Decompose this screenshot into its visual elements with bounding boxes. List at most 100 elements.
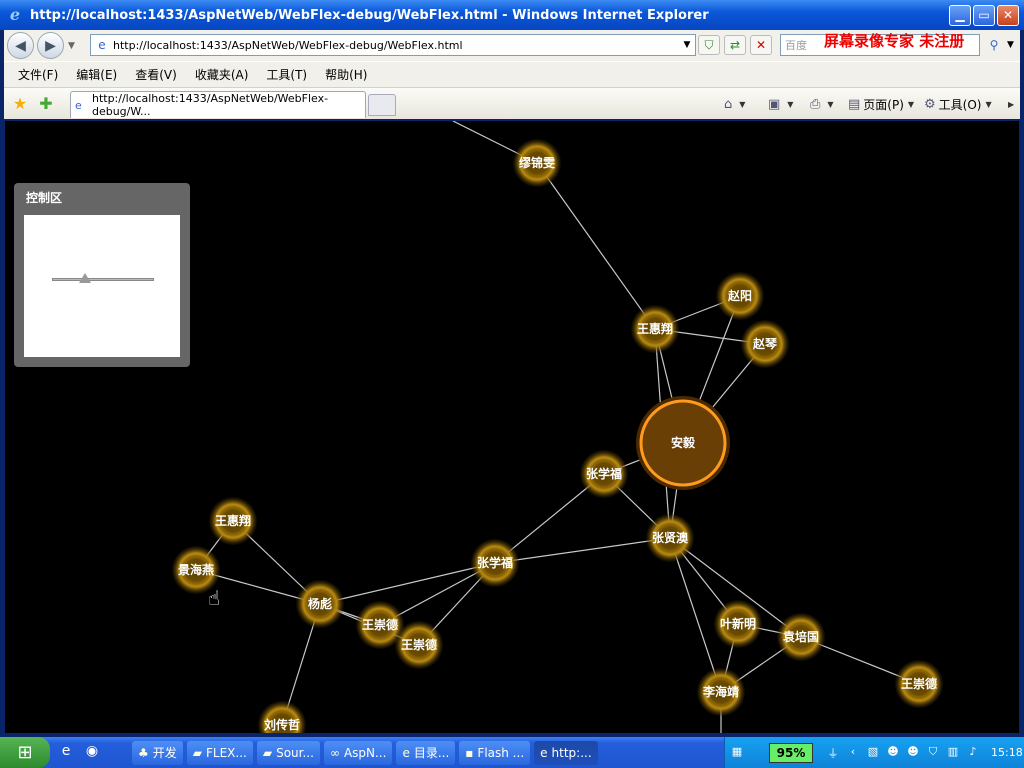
new-tab-button[interactable] [368, 94, 396, 116]
graph-node-label: 刘传哲 [264, 717, 300, 732]
graph-edge [536, 162, 656, 330]
qq-alert-icon[interactable]: ☻ [905, 745, 921, 761]
taskbar-item-dev[interactable]: ♣ 开发 [132, 740, 183, 765]
toolbar-overflow-icon[interactable]: ▶ [1008, 94, 1014, 114]
search-icon[interactable]: ⚲ [982, 35, 1006, 55]
menu-tools[interactable]: 工具(T) [266, 66, 307, 83]
graph-node[interactable]: 缪锦雯 [513, 139, 561, 187]
taskbar-item-http[interactable]: e http:... [534, 740, 598, 765]
home-icon: ⌂ [724, 96, 733, 112]
graph-node-label: 赵琴 [752, 336, 778, 351]
add-favorites-icon[interactable]: ✚ [36, 94, 56, 114]
page-menu-button[interactable]: ▤ 页面(P) ▼ [848, 94, 914, 114]
ie-icon: e [540, 745, 548, 760]
back-button[interactable]: ◀ [7, 32, 34, 59]
graph-node[interactable]: 王崇德 [395, 621, 443, 669]
graph-node[interactable]: 张学福 [580, 450, 628, 498]
menu-favorites[interactable]: 收藏夹(A) [195, 66, 249, 83]
history-dropdown-icon[interactable]: ▼ [68, 41, 75, 51]
maximize-button[interactable]: ▭ [973, 4, 995, 26]
graph-node-label: 袁培国 [782, 629, 819, 644]
title-bar: e http://localhost:1433/AspNetWeb/WebFle… [0, 0, 1024, 30]
print-button[interactable]: ⎙ ▼ [810, 94, 834, 114]
flex-content-area: 缪锦雯 赵阳 王惠翔 赵琴 安毅 张学福 张贤澳 张学福 王惠翔 景海燕 杨彪 王崇德 王崇德 叶新明 袁培… [5, 121, 1019, 733]
taskbar-item-flash[interactable]: ▪ Flash ... [459, 740, 531, 765]
page-menu-icon: ▤ [848, 96, 861, 112]
graph-node[interactable]: 赵琴 [741, 320, 789, 368]
graph-node-label: 张学福 [586, 466, 622, 481]
taskbar-item-label: 开发 [152, 746, 177, 760]
graph-node-center[interactable]: 安毅 [636, 396, 730, 490]
graph-node[interactable]: 王惠翔 [209, 497, 257, 545]
tray-expand-icon[interactable]: ‹ [845, 745, 861, 761]
graph-node[interactable]: 袁培国 [777, 613, 825, 661]
zoom-slider-track[interactable] [52, 278, 154, 281]
control-panel-body [24, 215, 180, 357]
graph-node[interactable]: 张贤澳 [646, 514, 694, 562]
menu-view[interactable]: 查看(V) [135, 66, 177, 83]
graph-node[interactable]: 王崇德 [895, 660, 943, 708]
home-button[interactable]: ⌂ ▼ [724, 94, 745, 114]
stop-button[interactable]: ✕ [750, 35, 772, 55]
volume-icon[interactable]: ♪ [965, 745, 981, 761]
graph-node[interactable]: 刘传哲 [258, 701, 306, 733]
close-button[interactable]: ✕ [997, 4, 1019, 26]
taskbar-item-aspnet[interactable]: ∞ AspN... [323, 740, 393, 765]
menu-bar: 文件(F) 编辑(E) 查看(V) 收藏夹(A) 工具(T) 帮助(H) [4, 61, 1020, 87]
feeds-button[interactable]: ▣ ▼ [768, 94, 793, 114]
address-url[interactable]: http://localhost:1433/AspNetWeb/WebFlex-… [113, 39, 679, 52]
menu-edit[interactable]: 编辑(E) [76, 66, 117, 83]
menu-file[interactable]: 文件(F) [18, 66, 58, 83]
power-plug-icon[interactable]: ⏚ [825, 745, 841, 761]
graph-node-label: 缪锦雯 [519, 155, 556, 170]
menu-help[interactable]: 帮助(H) [325, 66, 367, 83]
minimize-button[interactable]: ▁ [949, 4, 971, 26]
favorites-star-icon[interactable]: ★ [10, 94, 30, 114]
graph-edge [319, 562, 496, 605]
search-dropdown-icon[interactable]: ▼ [1007, 35, 1017, 55]
shield-icon[interactable]: ⛉ [925, 745, 941, 761]
taskbar-item-flex[interactable]: ▰ FLEX... [186, 740, 253, 765]
graph-node-label: 叶新明 [720, 616, 756, 631]
quicklaunch-ie-icon[interactable]: e [56, 743, 76, 763]
address-dropdown-icon[interactable]: ▼ [679, 40, 695, 50]
control-panel-title: 控制区 [26, 191, 63, 205]
graph-node[interactable]: 赵阳 [716, 272, 764, 320]
folder-icon: ▰ [192, 745, 203, 760]
taskbar: ⊞ e ◉ ♣ 开发 ▰ FLEX... ▰ Sour... ∞ AspN... e 目录… [0, 737, 1024, 768]
ie-icon: e [402, 745, 410, 760]
active-tab[interactable]: e http://localhost:1433/AspNetWeb/WebFle… [70, 91, 366, 118]
qq-icon[interactable]: ☻ [885, 745, 901, 761]
hand-cursor-icon: ☝ [208, 586, 221, 610]
network-icon[interactable]: ▧ [865, 745, 881, 761]
keyboard-icon[interactable]: ▦ [729, 745, 745, 761]
taskbar-item-directory[interactable]: e 目录... [396, 740, 456, 765]
tab-page-icon: e [75, 98, 82, 112]
taskbar-item-label: http:... [551, 745, 592, 760]
graph-node-label: 张贤澳 [652, 530, 689, 545]
forward-button[interactable]: ▶ [37, 32, 64, 59]
connection-icon[interactable]: ▥ [945, 745, 961, 761]
address-field[interactable]: e http://localhost:1433/AspNetWeb/WebFle… [90, 34, 696, 56]
zoom-slider-thumb[interactable] [79, 273, 91, 283]
graph-node[interactable]: 王惠翔 [631, 305, 679, 353]
graph-node-label: 杨彪 [308, 596, 332, 611]
gear-icon: ⚙ [924, 96, 936, 112]
tree-icon: ♣ [138, 745, 149, 760]
graph-edge [669, 537, 722, 693]
graph-node[interactable]: 李海靖 [697, 668, 745, 716]
graph-node[interactable]: 杨彪 [296, 580, 344, 628]
graph-node[interactable]: 叶新明 [714, 600, 762, 648]
battery-percent[interactable]: 95% [769, 742, 813, 763]
start-button[interactable]: ⊞ [0, 737, 50, 768]
graph-node-label: 王崇德 [362, 617, 398, 632]
quicklaunch-firefox-icon[interactable]: ◉ [82, 743, 102, 763]
tools-menu-button[interactable]: ⚙ 工具(O) ▼ [924, 94, 992, 114]
tools-menu-label: 工具(O) [938, 97, 982, 112]
graph-node[interactable]: 张学福 [471, 539, 519, 587]
refresh-button[interactable]: ⇄ [724, 35, 746, 55]
tab-row: ★ ✚ e http://localhost:1433/AspNetWeb/We… [4, 87, 1020, 119]
taskbar-item-source[interactable]: ▰ Sour... [256, 740, 320, 765]
taskbar-item-label: 目录... [413, 746, 450, 760]
security-shield-icon[interactable]: ⛉ [698, 35, 720, 55]
